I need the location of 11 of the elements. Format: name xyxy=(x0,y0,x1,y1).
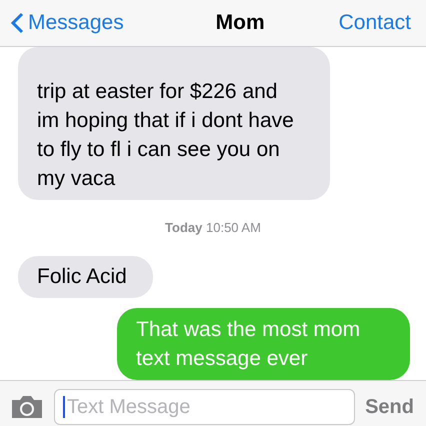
timestamp: Today 10:50 AM xyxy=(165,219,261,237)
send-button[interactable]: Send xyxy=(365,392,416,422)
sent-message: That was the most mom text message ever xyxy=(117,308,410,380)
window-title: Mom xyxy=(216,10,265,36)
back-chevron-icon xyxy=(10,12,24,34)
contact-button[interactable]: Contact xyxy=(338,7,416,39)
received-message: trip at easter for $226 and im hoping that if i dont have to fly to fl i can see you on my vaca xyxy=(18,47,330,200)
message-field[interactable]: Text Message xyxy=(54,389,356,425)
camera-icon[interactable] xyxy=(10,394,44,420)
received-message: Folic Acid xyxy=(18,256,153,298)
back-button[interactable]: Messages xyxy=(10,7,124,39)
